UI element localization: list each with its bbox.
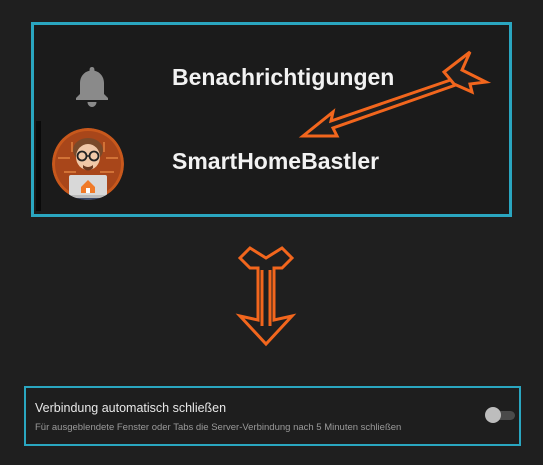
sidebar-highlight-box: Benachrichtigungen SmartHomeBastler (31, 22, 512, 217)
bell-icon (76, 67, 108, 107)
annotation-arrow-down (235, 246, 297, 347)
setting-title: Verbindung automatisch schließen (35, 401, 227, 415)
sidebar-item-notifications[interactable]: Benachrichtigungen (34, 35, 509, 121)
toggle-knob (485, 407, 501, 423)
sidebar-item-profile[interactable]: SmartHomeBastler (34, 118, 509, 204)
setting-description: Für ausgeblendete Fenster oder Tabs die … (35, 422, 402, 433)
screenshot-canvas: Benachrichtigungen SmartHomeBastler Verb… (0, 0, 543, 465)
sidebar-item-label: Benachrichtigungen (172, 64, 395, 90)
setting-row-auto-close: Verbindung automatisch schließen Für aus… (24, 386, 521, 446)
auto-close-toggle[interactable] (485, 407, 517, 423)
sidebar-item-label: SmartHomeBastler (172, 148, 380, 174)
avatar (52, 128, 124, 200)
